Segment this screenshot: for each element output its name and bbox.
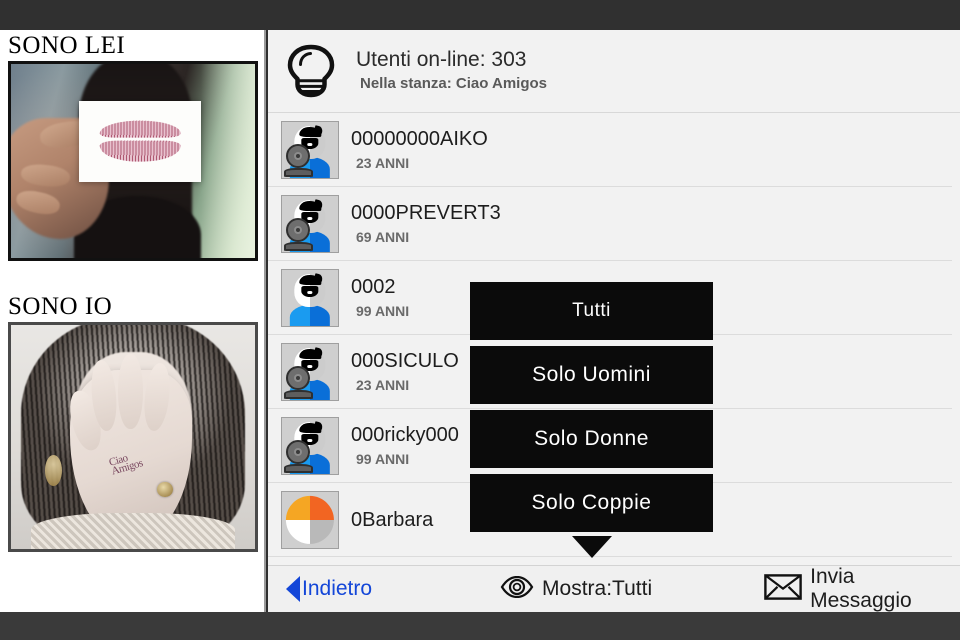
avatar-body [289,304,331,326]
filter-dropdown-menu[interactable]: Tutti Solo Uomini Solo Donne Solo Coppie [470,282,713,558]
lip-lower [100,140,181,162]
webcam-icon [284,440,316,473]
current-room-name: Nella stanza: Ciao Amigos [360,75,547,92]
webcam-lens [294,152,303,161]
webcam-icon [284,366,316,399]
envelope-icon [764,573,802,605]
photo-block-me: SONO IO Ciao Amigos [0,291,264,552]
user-age: 23 ANNI [356,376,410,393]
lip-upper [100,120,181,138]
avatar-quiff [313,273,324,285]
user-name: 0002 [351,275,396,298]
send-message-label: Invia Messaggio [810,565,912,612]
user-info: 00000000AIKO 23 ANNI [351,127,488,174]
user-name: 0Barbara [351,508,434,531]
app-window: SONO LEI SONO IO Ciao Amigos Utenti on-l… [0,0,960,640]
photo-her-card [79,100,202,183]
photo-me-hand-writing: Ciao Amigos [107,451,145,478]
photo-caption-her: SONO LEI [8,32,126,59]
bottom-chrome-bar [0,612,960,640]
user-list-item[interactable]: 0000PREVERT3 69 ANNI [268,187,960,261]
photo-me-ring [157,482,174,498]
photo-me-finger [118,354,143,430]
avatar-quiff [313,199,324,211]
webcam-lens-ring [286,218,311,243]
user-name: 000SICULO [351,349,459,372]
webcam-lens-ring [286,440,311,465]
webcam-lens [294,226,303,235]
photo-me-clothing [30,513,236,549]
bottom-toolbar: Indietro Mostra:Tutti Invia Messaggio [268,565,960,612]
photo-her[interactable] [8,61,258,261]
webcam-lens [294,374,303,383]
webcam-icon [284,144,316,177]
dropdown-item-tutti[interactable]: Tutti [470,282,713,340]
user-webcam-avatar [281,121,339,179]
webcam-lens [294,448,303,457]
profile-photos-panel: SONO LEI SONO IO Ciao Amigos [0,30,266,612]
room-header-text: Utenti on-line: 303 Nella stanza: Ciao A… [356,47,547,95]
webcam-base [284,167,313,177]
back-button[interactable]: Indietro [286,566,372,612]
webcam-base [284,389,313,399]
user-webcam-avatar [281,417,339,475]
user-info: 0Barbara [351,508,433,533]
avatar-quiff [313,421,324,433]
user-webcam-avatar [281,343,339,401]
user-name: 0000PREVERT3 [351,201,501,224]
send-message-button[interactable]: Invia Messaggio [764,565,960,612]
photo-caption-me: SONO IO [8,293,113,320]
chevron-left-icon [286,576,300,602]
webcam-icon [284,218,316,251]
top-chrome-bar [0,0,960,30]
eye-icon [500,575,534,603]
avatar-head [294,273,326,307]
user-info: 0002 99 ANNI [351,275,409,322]
dropdown-item-solo-uomini[interactable]: Solo Uomini [470,346,713,404]
show-filter-button[interactable]: Mostra:Tutti [500,566,652,612]
photo-her-light-glow [201,64,255,258]
user-info: 0000PREVERT3 69 ANNI [351,201,501,248]
user-info: 000SICULO 23 ANNI [351,349,459,396]
webcam-lens-ring [286,366,311,391]
lipstick-kiss-mark [100,119,181,164]
webcam-lens-ring [286,144,311,169]
avatar-quiff [313,125,324,137]
user-age: 99 ANNI [356,302,410,319]
photo-me[interactable]: Ciao Amigos [8,322,258,552]
webcam-base [284,241,313,251]
user-age: 69 ANNI [356,228,410,245]
back-button-label: Indietro [302,577,373,600]
online-users-count: Utenti on-line: 303 [356,48,527,71]
avatar-pie-graphic [285,495,335,545]
lightbulb-icon [280,40,342,102]
user-age: 99 ANNI [356,450,410,467]
user-age: 23 ANNI [356,154,410,171]
user-name: 00000000AIKO [351,127,488,150]
show-filter-label: Mostra:Tutti [542,577,653,600]
photo-block-her: SONO LEI [0,30,264,261]
user-list-item[interactable]: 00000000AIKO 23 ANNI [268,113,960,187]
user-name: 000ricky000 [351,423,459,446]
webcam-base [284,463,313,473]
users-panel: Utenti on-line: 303 Nella stanza: Ciao A… [268,30,960,612]
user-avatar [281,269,339,327]
user-pie-avatar [281,491,339,549]
dropdown-item-solo-donne[interactable]: Solo Donne [470,410,713,468]
dropdown-pointer-arrow [571,536,612,558]
user-webcam-avatar [281,195,339,253]
room-header: Utenti on-line: 303 Nella stanza: Ciao A… [268,30,960,113]
avatar-quiff [313,347,324,359]
dropdown-item-solo-coppie[interactable]: Solo Coppie [470,474,713,532]
user-info: 000ricky000 99 ANNI [351,423,459,470]
